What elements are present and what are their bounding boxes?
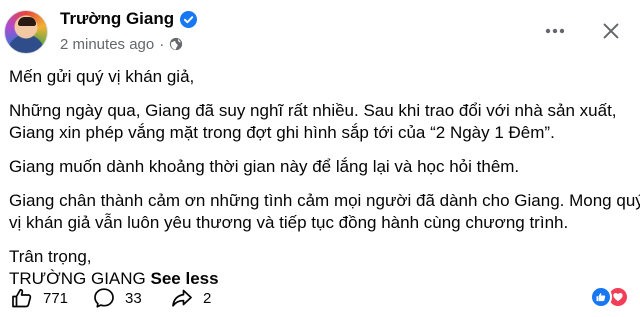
ellipsis-icon [545,28,565,34]
like-reaction-icon [590,286,612,308]
post-line: Trân trọng, [9,247,92,266]
post-line: Giang xin phép vắng mặt trong đợt ghi hì… [9,123,555,142]
reaction-summary[interactable] [590,286,634,308]
verified-badge-icon [180,10,198,28]
thumbs-up-icon [12,288,32,308]
post-paragraph: Mến gửi quý vị khán giả, [9,67,195,86]
post-line: vị khán giả vẫn luôn yêu thương và tiếp … [9,213,569,232]
more-options-button[interactable] [540,16,570,46]
meta-separator: · [159,35,165,53]
post-line: Giang chân thành cảm ơn những tình cảm m… [9,191,640,210]
comment-button[interactable]: 33 [92,284,142,312]
author-avatar[interactable] [4,10,48,54]
close-button[interactable] [596,16,626,46]
author-name[interactable]: Trường Giang [60,9,174,29]
share-button[interactable]: 2 [170,284,211,312]
close-icon [603,23,619,39]
like-count: 771 [43,289,69,307]
comment-count: 33 [125,289,142,307]
post-body: Mến gửi quý vị khán giả, Những ngày qua,… [9,66,640,290]
facebook-post: Trường Giang 2 minutes ago · Mến gửi quý… [0,0,640,317]
share-icon [172,289,192,307]
post-line: Những ngày qua, Giang đã suy nghĩ rất nh… [9,101,617,120]
post-timestamp[interactable]: 2 minutes ago [60,36,154,53]
post-header: Trường Giang 2 minutes ago · [0,0,640,60]
like-button[interactable]: 771 [10,284,68,312]
post-paragraph: Giang muốn dành khoảng thời gian này để … [9,157,520,176]
post-paragraph: Những ngày qua, Giang đã suy nghĩ rất nh… [9,100,634,144]
action-bar: 771 33 2 [0,284,640,312]
globe-icon[interactable] [169,37,183,51]
post-paragraph: Giang chân thành cảm ơn những tình cảm m… [9,190,640,234]
comment-icon [94,288,114,308]
author-row: Trường Giang [60,8,198,30]
share-count: 2 [203,289,212,307]
post-meta: 2 minutes ago · [60,34,183,54]
